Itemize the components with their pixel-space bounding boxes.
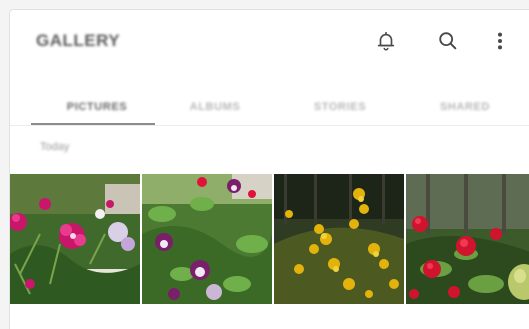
notifications-button[interactable] xyxy=(373,28,399,54)
tab-bar: PICTURES ALBUMS STORIES SHARED xyxy=(10,78,529,136)
search-button[interactable] xyxy=(435,28,461,54)
photo-thumbnail-2[interactable] xyxy=(142,174,272,304)
tab-albums[interactable]: ALBUMS xyxy=(160,78,270,136)
photo-grid xyxy=(10,174,529,304)
date-section-label: Today xyxy=(40,141,70,153)
app-bar: GALLERY xyxy=(10,10,529,74)
photo-thumbnail-1[interactable] xyxy=(10,174,140,304)
tab-stories[interactable]: STORIES xyxy=(285,78,395,136)
app-title: GALLERY xyxy=(36,31,121,50)
bell-icon xyxy=(377,31,395,51)
photo-red-flowers xyxy=(406,174,529,304)
gallery-screen: GALLERY PICTURES ALBUMS STORIES SHARED T… xyxy=(9,9,529,329)
more-options-button[interactable] xyxy=(487,28,513,54)
app-window: GALLERY PICTURES ALBUMS STORIES SHARED T… xyxy=(0,0,529,329)
tab-shared[interactable]: SHARED xyxy=(410,78,520,136)
search-icon xyxy=(439,32,457,50)
tab-pictures[interactable]: PICTURES xyxy=(32,78,162,136)
photo-yellow-flowers xyxy=(274,174,404,304)
more-vert-icon xyxy=(497,32,503,50)
photo-columbine-flowers xyxy=(142,174,272,304)
tab-divider xyxy=(10,125,529,126)
photo-thumbnail-3[interactable] xyxy=(274,174,404,304)
photo-thumbnail-4[interactable] xyxy=(406,174,529,304)
photo-pink-flowers xyxy=(10,174,140,304)
